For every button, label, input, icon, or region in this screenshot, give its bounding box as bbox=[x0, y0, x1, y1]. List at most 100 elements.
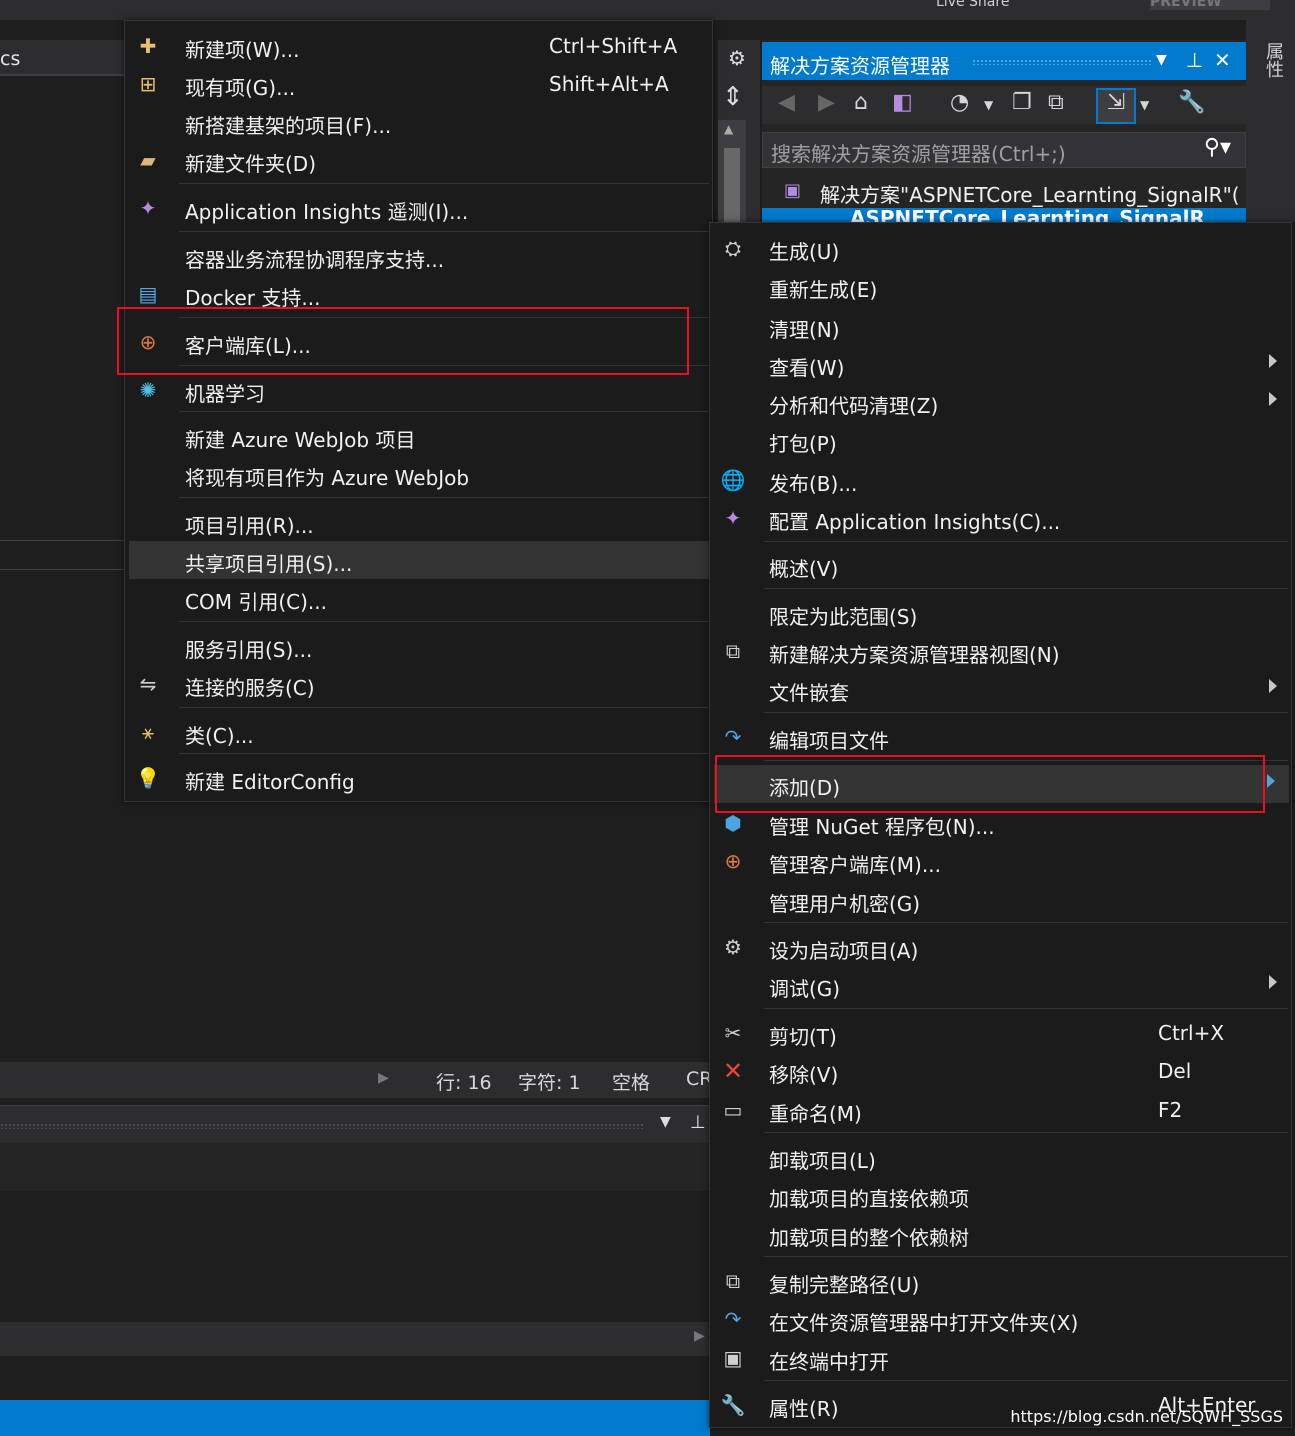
editor-divider bbox=[0, 540, 125, 570]
home-icon[interactable]: ⌂ bbox=[854, 90, 868, 115]
menu-item-rebuild[interactable]: 重新生成(E) bbox=[710, 267, 1291, 305]
menu-item-app-insights-telemetry[interactable]: ✦ Application Insights 遥测(I)... bbox=[125, 189, 712, 227]
menu-item-build[interactable]: ⛭ 生成(U) bbox=[710, 229, 1291, 267]
menu-item-label: 打包(P) bbox=[769, 432, 837, 456]
live-share-label[interactable]: Live Share bbox=[936, 0, 1009, 10]
scroll-up-icon[interactable]: ▲ bbox=[724, 122, 733, 136]
menu-item-new-item[interactable]: ✚ 新建项(W)... Ctrl+Shift+A bbox=[125, 27, 712, 65]
menu-separator bbox=[179, 753, 709, 754]
chevron-down-icon[interactable]: ▼ bbox=[1156, 52, 1167, 68]
close-icon[interactable]: ✕ bbox=[1214, 48, 1231, 72]
menu-item-existing-item[interactable]: ⊞ 现有项(G)... Shift+Alt+A bbox=[125, 65, 712, 103]
scroll-right-icon[interactable]: ▶ bbox=[378, 1070, 389, 1086]
menu-item-label: 共享项目引用(S)... bbox=[185, 552, 353, 576]
menu-item-debug[interactable]: 调试(G) bbox=[710, 966, 1291, 1004]
scrollbar-thumb[interactable] bbox=[724, 148, 740, 222]
properties-side-tab[interactable]: 属性 bbox=[1246, 20, 1295, 222]
menu-item-new-se-view[interactable]: ⧉ 新建解决方案资源管理器视图(N) bbox=[710, 632, 1291, 670]
whitespace-indicator[interactable]: 空格 bbox=[612, 1068, 650, 1095]
menu-item-shortcut: F2 bbox=[1158, 1098, 1183, 1122]
menu-item-com-reference[interactable]: COM 引用(C)... bbox=[125, 579, 712, 617]
menu-item-analyze[interactable]: 分析和代码清理(Z) bbox=[710, 383, 1291, 421]
menu-item-service-reference[interactable]: 服务引用(S)... bbox=[125, 627, 712, 665]
menu-item-copy-full-path[interactable]: ⧉ 复制完整路径(U) bbox=[710, 1262, 1291, 1300]
menu-item-manage-user-secrets[interactable]: 管理用户机密(G) bbox=[710, 881, 1291, 919]
menu-item-new-editorconfig[interactable]: 💡 新建 EditorConfig bbox=[125, 759, 712, 797]
pin-icon[interactable]: ⊥ bbox=[1186, 48, 1203, 72]
menu-item-unload-project[interactable]: 卸载项目(L) bbox=[710, 1138, 1291, 1176]
menu-item-label: 限定为此范围(S) bbox=[769, 605, 918, 629]
collapse-all-icon[interactable]: ❐ bbox=[1012, 90, 1032, 115]
menu-separator bbox=[764, 588, 1288, 589]
sync-active-document-icon[interactable]: ⇲ bbox=[1096, 88, 1136, 124]
machine-learning-icon: ✺ bbox=[139, 378, 157, 402]
menu-item-orchestrator-support[interactable]: 容器业务流程协调程序支持... bbox=[125, 237, 712, 275]
menu-item-label: 新建 Azure WebJob 项目 bbox=[185, 428, 416, 452]
menu-item-label: 现有项(G)... bbox=[185, 76, 296, 100]
menu-item-label: 类(C)... bbox=[185, 724, 254, 748]
menu-item-pack[interactable]: 打包(P) bbox=[710, 421, 1291, 459]
chevron-down-icon[interactable]: ▼ bbox=[984, 98, 993, 112]
menu-item-open-in-terminal[interactable]: ▣ 在终端中打开 bbox=[710, 1339, 1291, 1377]
menu-item-shortcut: Shift+Alt+A bbox=[549, 72, 669, 96]
menu-item-label: 服务引用(S)... bbox=[185, 638, 313, 662]
watermark: https://blog.csdn.net/SQWH_SSGS bbox=[1010, 1407, 1283, 1426]
menu-item-load-dep-tree[interactable]: 加载项目的整个依赖树 bbox=[710, 1215, 1291, 1253]
tree-item-solution[interactable]: ▣ 解决方案"ASPNETCore_Learnting_SignalR"( bbox=[762, 176, 1246, 208]
menu-item-project-reference[interactable]: 项目引用(R)... bbox=[125, 503, 712, 541]
app-insights-icon: ✦ bbox=[139, 196, 157, 220]
menu-item-shared-project-reference[interactable]: 共享项目引用(S)... bbox=[129, 541, 709, 579]
editor-file-tab[interactable]: cs bbox=[0, 40, 125, 76]
solution-search-box[interactable]: 搜索解决方案资源管理器(Ctrl+;) ⚲▾ bbox=[762, 132, 1246, 168]
menu-item-view[interactable]: 查看(W) bbox=[710, 345, 1291, 383]
menu-item-overview[interactable]: 概述(V) bbox=[710, 546, 1291, 584]
menu-item-manage-client-libs[interactable]: ⊕ 管理客户端库(M)... bbox=[710, 842, 1291, 880]
menu-item-file-nesting[interactable]: 文件嵌套 bbox=[710, 670, 1291, 708]
switch-views-icon[interactable]: ◧ bbox=[892, 90, 913, 115]
menu-item-label: 分析和代码清理(Z) bbox=[769, 394, 939, 418]
editor-file-tab-label: cs bbox=[0, 48, 21, 70]
panel-grip[interactable] bbox=[0, 1123, 645, 1129]
solution-explorer-title-bar[interactable]: 解决方案资源管理器 ▼ ⊥ ✕ bbox=[762, 42, 1246, 80]
menu-item-edit-project-file[interactable]: ↷ 编辑项目文件 bbox=[710, 718, 1291, 756]
pending-changes-icon[interactable]: ◔ bbox=[950, 90, 969, 115]
menu-item-set-startup[interactable]: ⚙ 设为启动项目(A) bbox=[710, 928, 1291, 966]
search-icon[interactable]: ⚲▾ bbox=[1204, 135, 1231, 160]
forward-icon[interactable]: ▶ bbox=[818, 90, 835, 115]
menu-item-clean[interactable]: 清理(N) bbox=[710, 307, 1291, 345]
menu-item-configure-app-insights[interactable]: ✦ 配置 Application Insights(C)... bbox=[710, 499, 1291, 537]
tree-item-project[interactable]: ASPNETCore_Learnting_SignalR bbox=[762, 208, 1246, 222]
connected-service-icon: ⇋ bbox=[139, 672, 157, 696]
menu-item-cut[interactable]: ✂ 剪切(T) Ctrl+X bbox=[710, 1014, 1291, 1052]
menu-separator bbox=[179, 183, 709, 184]
redo-arrow-icon: ↷ bbox=[724, 1307, 742, 1331]
menu-item-publish[interactable]: 🌐 发布(B)... bbox=[710, 461, 1291, 499]
menu-item-rename[interactable]: ▭ 重命名(M) F2 bbox=[710, 1091, 1291, 1129]
wrench-icon[interactable]: 🔧 bbox=[1178, 90, 1205, 115]
menu-item-load-direct-deps[interactable]: 加载项目的直接依赖项 bbox=[710, 1176, 1291, 1214]
menu-separator bbox=[764, 1380, 1288, 1381]
menu-item-scope-to-this[interactable]: 限定为此范围(S) bbox=[710, 594, 1291, 632]
menu-separator bbox=[764, 541, 1288, 542]
show-all-files-icon[interactable]: ⧉ bbox=[1048, 90, 1064, 115]
menu-item-remove[interactable]: ✕ 移除(V) Del bbox=[710, 1052, 1291, 1090]
menu-item-label: 在终端中打开 bbox=[769, 1350, 889, 1374]
menu-item-scaffolded-item[interactable]: 新搭建基架的项目(F)... bbox=[125, 103, 712, 141]
menu-item-class[interactable]: ⚹ 类(C)... bbox=[125, 713, 712, 751]
chevron-down-icon[interactable]: ▼ bbox=[660, 1114, 671, 1130]
gear-icon: ⚙ bbox=[724, 935, 742, 959]
menu-item-connected-service[interactable]: ⇋ 连接的服务(C) bbox=[125, 665, 712, 703]
menu-item-new-azure-webjob[interactable]: 新建 Azure WebJob 项目 bbox=[125, 417, 712, 455]
back-icon[interactable]: ◀ bbox=[778, 90, 795, 115]
app-insights-icon: ✦ bbox=[724, 506, 742, 530]
new-item-icon: ✚ bbox=[139, 34, 157, 58]
menu-item-open-in-explorer[interactable]: ↷ 在文件资源管理器中打开文件夹(X) bbox=[710, 1300, 1291, 1338]
menu-item-existing-as-webjob[interactable]: 将现有项目作为 Azure WebJob bbox=[125, 455, 712, 493]
split-icon[interactable]: ⇕ bbox=[722, 82, 744, 112]
menu-item-machine-learning[interactable]: ✺ 机器学习 bbox=[125, 371, 712, 409]
pin-icon[interactable]: ⊥ bbox=[690, 1112, 706, 1133]
menu-item-new-folder[interactable]: ▰ 新建文件夹(D) bbox=[125, 141, 712, 179]
gear-icon[interactable]: ⚙ bbox=[728, 46, 746, 70]
chevron-down-icon[interactable]: ▼ bbox=[1140, 98, 1149, 112]
scroll-right-icon[interactable]: ▶ bbox=[694, 1328, 705, 1344]
